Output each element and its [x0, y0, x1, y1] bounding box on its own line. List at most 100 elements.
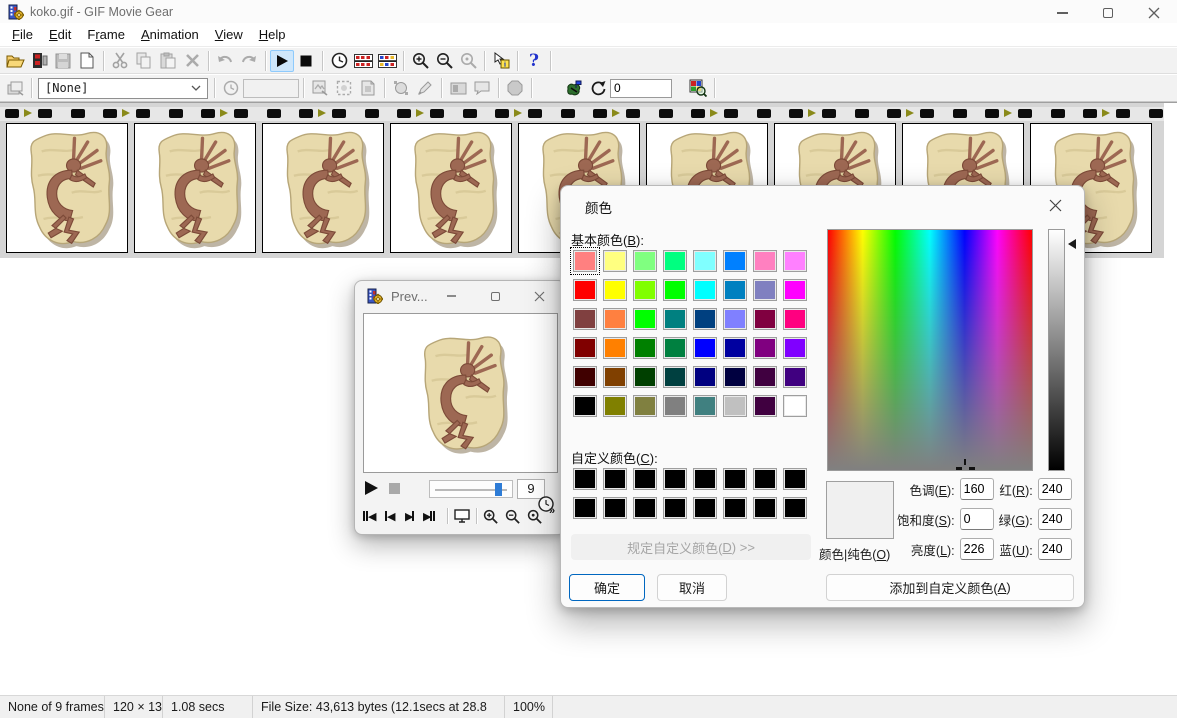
- custom-color-swatch-3[interactable]: [633, 468, 657, 490]
- hue-input[interactable]: [960, 478, 994, 500]
- basic-color-swatch-37[interactable]: [693, 366, 717, 388]
- edit-image-button[interactable]: [562, 77, 586, 99]
- basic-color-swatch-18[interactable]: [603, 308, 627, 330]
- custom-color-swatch-1[interactable]: [573, 468, 597, 490]
- basic-color-swatch-36[interactable]: [663, 366, 687, 388]
- color-dialog-close-button[interactable]: [1040, 192, 1070, 218]
- zoom-actual-button[interactable]: [456, 50, 480, 72]
- undo-button[interactable]: [213, 50, 237, 72]
- basic-color-swatch-32[interactable]: [783, 337, 807, 359]
- basic-color-swatch-30[interactable]: [723, 337, 747, 359]
- basic-color-swatch-14[interactable]: [723, 279, 747, 301]
- basic-color-swatch-17[interactable]: [573, 308, 597, 330]
- redo-button[interactable]: [237, 50, 261, 72]
- luminance-input[interactable]: [960, 538, 994, 560]
- preview-close-button[interactable]: [517, 281, 561, 311]
- basic-color-swatch-8[interactable]: [783, 250, 807, 272]
- zoom-in-button[interactable]: [408, 50, 432, 72]
- basic-color-swatch-41[interactable]: [573, 395, 597, 417]
- basic-color-swatch-13[interactable]: [693, 279, 717, 301]
- preview-minimize-button[interactable]: [429, 281, 473, 311]
- animation-properties-button[interactable]: [327, 50, 351, 72]
- cancel-button[interactable]: 取消: [657, 574, 727, 601]
- open-button[interactable]: [3, 50, 27, 72]
- green-input[interactable]: [1038, 508, 1072, 530]
- add-to-custom-colors-button[interactable]: 添加到自定义颜色(A): [826, 574, 1074, 601]
- basic-color-swatch-40[interactable]: [783, 366, 807, 388]
- custom-color-swatch-8[interactable]: [783, 468, 807, 490]
- film-frame-2[interactable]: [134, 123, 256, 253]
- custom-color-swatch-15[interactable]: [753, 497, 777, 519]
- custom-color-swatch-11[interactable]: [633, 497, 657, 519]
- first-frame-button[interactable]: ◀: [363, 508, 375, 524]
- basic-color-swatch-28[interactable]: [663, 337, 687, 359]
- custom-color-swatch-14[interactable]: [723, 497, 747, 519]
- frame-delay-input[interactable]: [243, 79, 299, 98]
- basic-color-swatch-15[interactable]: [753, 279, 777, 301]
- select-region-button[interactable]: [389, 77, 413, 99]
- hue-saturation-field[interactable]: [827, 229, 1033, 471]
- copy-button[interactable]: [132, 50, 156, 72]
- basic-color-swatch-47[interactable]: [753, 395, 777, 417]
- basic-color-swatch-12[interactable]: [663, 279, 687, 301]
- custom-color-swatch-5[interactable]: [693, 468, 717, 490]
- basic-color-swatch-16[interactable]: [783, 279, 807, 301]
- help-button[interactable]: ?: [522, 50, 546, 72]
- preview-stop-button[interactable]: [389, 483, 400, 494]
- frame-info-button[interactable]: i: [489, 50, 513, 72]
- frame-timing-button[interactable]: [351, 50, 375, 72]
- preview-frame-slider[interactable]: [429, 480, 513, 498]
- ok-button[interactable]: 确定: [569, 574, 645, 601]
- custom-color-swatch-9[interactable]: [573, 497, 597, 519]
- preview-zoom-out-button[interactable]: [505, 508, 520, 524]
- basic-color-swatch-3[interactable]: [633, 250, 657, 272]
- basic-color-swatch-42[interactable]: [603, 395, 627, 417]
- slider-thumb[interactable]: [495, 483, 502, 496]
- basic-color-swatch-44[interactable]: [663, 395, 687, 417]
- loop-button[interactable]: [586, 77, 610, 99]
- cut-button[interactable]: [108, 50, 132, 72]
- film-frame-1[interactable]: [6, 123, 128, 253]
- previous-frame-button[interactable]: ◀: [385, 508, 394, 524]
- new-button[interactable]: [75, 50, 99, 72]
- custom-color-swatch-4[interactable]: [663, 468, 687, 490]
- menu-edit[interactable]: Edit: [41, 24, 79, 45]
- next-frame-button[interactable]: ▶: [405, 508, 414, 524]
- insert-frames-button[interactable]: [27, 50, 51, 72]
- basic-color-swatch-5[interactable]: [693, 250, 717, 272]
- basic-color-swatch-9[interactable]: [573, 279, 597, 301]
- menu-help[interactable]: Help: [251, 24, 294, 45]
- zoom-out-button[interactable]: [432, 50, 456, 72]
- red-input[interactable]: [1038, 478, 1072, 500]
- custom-color-swatch-2[interactable]: [603, 468, 627, 490]
- shape-button[interactable]: [503, 77, 527, 99]
- basic-color-swatch-6[interactable]: [723, 250, 747, 272]
- basic-color-swatch-2[interactable]: [603, 250, 627, 272]
- basic-color-swatch-22[interactable]: [723, 308, 747, 330]
- monitor-preview-button[interactable]: [454, 508, 470, 524]
- frame-position-button[interactable]: [446, 77, 470, 99]
- basic-color-swatch-21[interactable]: [693, 308, 717, 330]
- basic-color-swatch-25[interactable]: [573, 337, 597, 359]
- image-attributes-button[interactable]: [308, 77, 332, 99]
- custom-color-swatch-13[interactable]: [693, 497, 717, 519]
- crop-frame-button[interactable]: [356, 77, 380, 99]
- film-frame-3[interactable]: [262, 123, 384, 253]
- basic-color-swatch-7[interactable]: [753, 250, 777, 272]
- frame-properties-button[interactable]: [375, 50, 399, 72]
- basic-color-swatch-23[interactable]: [753, 308, 777, 330]
- preview-play-button[interactable]: [365, 481, 378, 495]
- basic-color-swatch-26[interactable]: [603, 337, 627, 359]
- save-button[interactable]: [51, 50, 75, 72]
- luminance-strip[interactable]: [1048, 229, 1065, 471]
- stop-button[interactable]: [294, 50, 318, 72]
- basic-color-swatch-20[interactable]: [663, 308, 687, 330]
- basic-color-swatch-45[interactable]: [693, 395, 717, 417]
- basic-color-swatch-1[interactable]: [573, 250, 597, 272]
- edit-palette-button[interactable]: [3, 77, 27, 99]
- basic-color-swatch-10[interactable]: [603, 279, 627, 301]
- menu-view[interactable]: View: [207, 24, 251, 45]
- basic-color-swatch-38[interactable]: [723, 366, 747, 388]
- basic-color-swatch-48[interactable]: [783, 395, 807, 417]
- basic-color-swatch-34[interactable]: [603, 366, 627, 388]
